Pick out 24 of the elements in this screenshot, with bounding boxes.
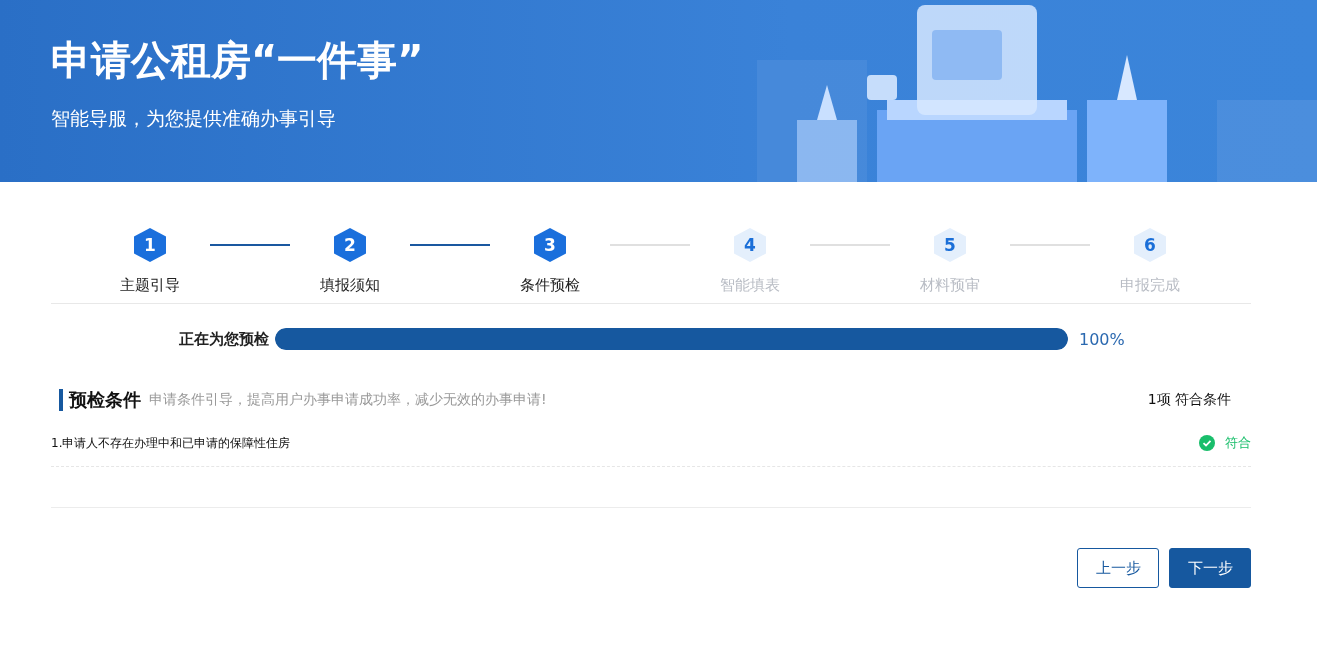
progress-label: 正在为您预检 (178, 329, 269, 349)
step-number-badge: 3 (534, 228, 566, 262)
step-label: 填报须知 (320, 276, 380, 295)
condition-text: 1.申请人不存在办理中和已申请的保障性住房 (51, 434, 292, 452)
condition-result: 符合 (1225, 434, 1251, 452)
step-label: 申报完成 (1120, 276, 1180, 295)
previous-button[interactable]: 上一步 (1077, 548, 1159, 588)
section-hint: 申请条件引导，提高用户办事申请成功率，减少无效的办事申请! (149, 391, 548, 409)
step-number-badge: 6 (1134, 228, 1166, 262)
step-number-badge: 2 (334, 228, 366, 262)
step-label: 主题引导 (120, 276, 180, 295)
step-label: 条件预检 (520, 276, 580, 295)
section-marker (59, 389, 63, 411)
section-title: 预检条件 (69, 388, 141, 412)
step-number-badge: 1 (134, 228, 166, 262)
step-label: 材料预审 (920, 276, 980, 295)
step-number-badge: 5 (934, 228, 966, 262)
progress-percent: 100% (1079, 329, 1125, 349)
next-button[interactable]: 下一步 (1169, 548, 1251, 588)
banner-title: 申请公租房“一件事” (51, 36, 424, 85)
step-label: 智能填表 (720, 276, 780, 295)
step-number-badge: 4 (734, 228, 766, 262)
condition-summary: 1项 符合条件 (1147, 391, 1231, 409)
banner-subtitle: 智能导服，为您提供准确办事引导 (51, 106, 337, 131)
